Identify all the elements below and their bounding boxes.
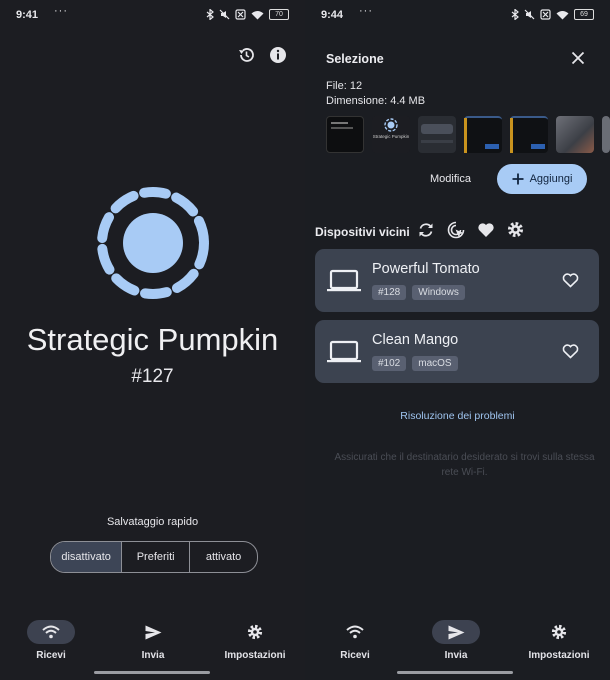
file-thumbnail xyxy=(418,116,456,153)
edit-button[interactable]: Modifica xyxy=(430,173,471,185)
nav-settings-label: Impostazioni xyxy=(528,650,590,661)
refresh-icon[interactable] xyxy=(417,221,435,239)
send-icon xyxy=(145,625,161,639)
status-icons: 69 xyxy=(511,9,594,20)
wifi-status-icon xyxy=(556,10,569,19)
heart-outline-icon[interactable] xyxy=(562,343,579,359)
top-actions xyxy=(237,46,287,64)
nearby-actions xyxy=(417,221,524,239)
nav-settings[interactable]: Impostazioni xyxy=(205,620,305,661)
target-device-icon[interactable] xyxy=(447,221,465,239)
gear-icon xyxy=(247,624,263,640)
file-thumbnail: Strategic Pumpkin xyxy=(372,116,410,153)
nav-settings[interactable]: Impostazioni xyxy=(509,620,609,661)
file-thumbnail xyxy=(326,116,364,153)
nav-settings-label: Impostazioni xyxy=(224,650,286,661)
gear-icon[interactable] xyxy=(507,221,524,238)
device-card-name: Powerful Tomato xyxy=(372,261,480,277)
battery-icon: 69 xyxy=(574,9,594,20)
notification-dots: ··· xyxy=(359,5,373,17)
selected-files-preview[interactable]: Strategic Pumpkin xyxy=(326,116,610,153)
status-bar: 9:44 ··· 69 xyxy=(305,0,610,30)
nav-send[interactable]: Invia xyxy=(103,620,203,661)
add-button-label: Aggiungi xyxy=(529,173,573,185)
file-thumbnail xyxy=(464,116,502,153)
selection-file-count: File: 12 xyxy=(326,80,363,92)
status-time: 9:41 xyxy=(16,9,39,21)
file-thumbnail xyxy=(556,116,594,153)
file-thumbnail xyxy=(602,116,610,153)
bluetooth-icon xyxy=(206,9,214,20)
bluetooth-icon xyxy=(511,9,519,20)
battery-icon: 70 xyxy=(269,9,289,20)
device-number-tag: #128 xyxy=(372,285,407,300)
wifi-icon xyxy=(346,625,364,639)
quick-save-title: Salvataggio rapido xyxy=(106,516,199,528)
device-name: Strategic Pumpkin xyxy=(26,322,279,357)
nav-receive[interactable]: Ricevi xyxy=(305,620,405,661)
nav-receive[interactable]: Ricevi xyxy=(1,620,101,661)
status-icons: 70 xyxy=(206,9,289,20)
add-button[interactable]: Aggiungi xyxy=(497,164,587,194)
receive-logo-icon xyxy=(97,187,209,299)
nav-receive-label: Ricevi xyxy=(36,650,66,661)
mute-icon xyxy=(524,9,535,20)
troubleshoot-link[interactable]: Risoluzione dei problemi xyxy=(305,410,610,422)
nav-send[interactable]: Invia xyxy=(406,620,506,661)
home-indicator[interactable] xyxy=(397,671,513,674)
gear-icon xyxy=(551,624,567,640)
device-card-name: Clean Mango xyxy=(372,332,459,348)
device-card[interactable]: Clean Mango #102 macOS xyxy=(315,320,599,383)
device-os-tag: macOS xyxy=(412,356,458,371)
logo-thumbnail-icon xyxy=(384,118,398,132)
selection-size: Dimensione: 4.4 MB xyxy=(326,95,426,107)
quick-save-toggle: disattivato Preferiti attivato xyxy=(50,541,258,573)
quick-save-favorites[interactable]: Preferiti xyxy=(122,542,191,572)
same-network-hint: Assicurati che il destinatario desiderat… xyxy=(334,452,595,478)
thumbnail-caption: Strategic Pumpkin xyxy=(372,134,410,139)
selection-title: Selezione xyxy=(326,52,384,66)
plus-icon xyxy=(512,173,524,185)
device-number-tag: #102 xyxy=(372,356,407,371)
history-icon[interactable] xyxy=(237,46,255,64)
laptop-icon xyxy=(327,340,361,363)
status-time: 9:44 xyxy=(321,9,344,21)
nav-send-label: Invia xyxy=(141,650,165,661)
nearby-devices-title: Dispositivi vicini xyxy=(315,225,410,239)
home-indicator[interactable] xyxy=(94,671,210,674)
quick-save-on[interactable]: attivato xyxy=(190,542,257,572)
send-screen: 9:44 ··· 69 Selezione File: 12 Dimension… xyxy=(305,0,610,680)
sim-icon xyxy=(235,9,246,20)
device-card[interactable]: Powerful Tomato #128 Windows xyxy=(315,249,599,312)
nav-send-label: Invia xyxy=(444,650,468,661)
mute-icon xyxy=(219,9,230,20)
laptop-icon xyxy=(327,269,361,292)
send-icon xyxy=(448,625,464,639)
wifi-status-icon xyxy=(251,10,264,19)
nav-receive-label: Ricevi xyxy=(340,650,370,661)
close-icon[interactable] xyxy=(571,51,585,65)
sim-icon xyxy=(540,9,551,20)
notification-dots: ··· xyxy=(54,5,68,17)
status-bar: 9:41 ··· 70 xyxy=(0,0,305,30)
file-thumbnail xyxy=(510,116,548,153)
info-icon[interactable] xyxy=(269,46,287,64)
wifi-icon xyxy=(42,625,60,639)
heart-outline-icon[interactable] xyxy=(562,272,579,288)
receive-screen: 9:41 ··· 70 Strategic Pumpkin #127 Salva… xyxy=(0,0,305,680)
quick-save-off[interactable]: disattivato xyxy=(51,542,123,572)
device-os-tag: Windows xyxy=(412,285,465,300)
device-number: #127 xyxy=(131,366,174,387)
favorites-icon[interactable] xyxy=(477,221,495,239)
